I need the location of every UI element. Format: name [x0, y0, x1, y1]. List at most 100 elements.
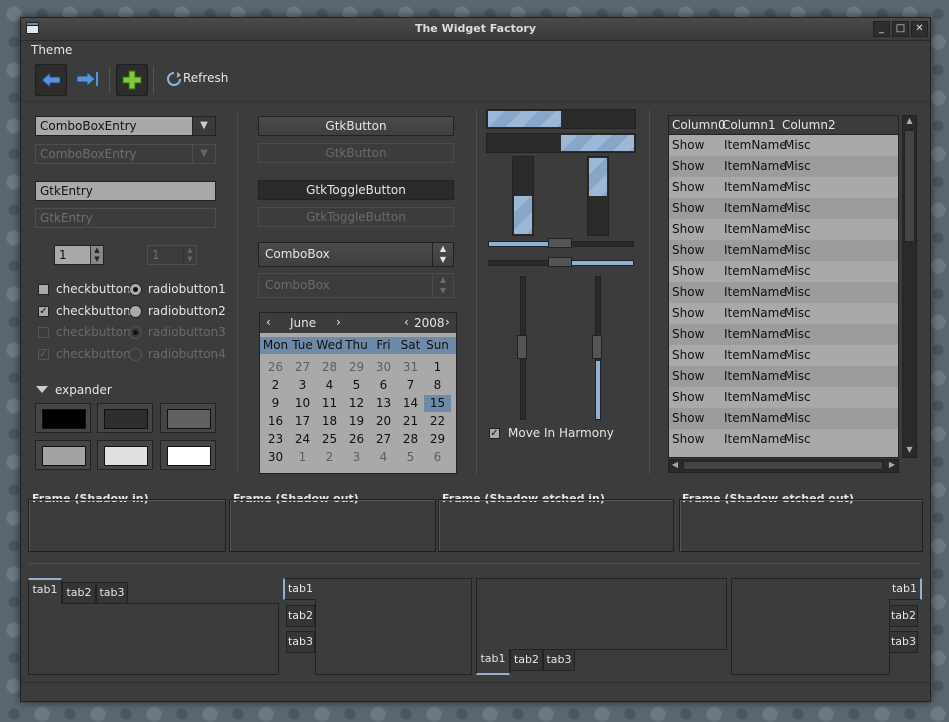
calendar-day[interactable]: 8 — [424, 377, 451, 394]
notebook-left-tab1[interactable]: tab1 — [283, 578, 316, 600]
calendar-day[interactable]: 2 — [262, 377, 289, 394]
tree-row[interactable]: Show ItemName Misc — [669, 156, 898, 177]
notebook-right-tab1[interactable]: tab1 — [889, 578, 922, 600]
tree-horizontal-scrollbar[interactable]: ◀ ▶ — [668, 459, 899, 473]
notebook-left-tab2[interactable]: tab2 — [286, 605, 315, 627]
calendar-day[interactable]: 2 — [316, 449, 343, 466]
tree-row[interactable]: Show ItemName Misc — [669, 135, 898, 156]
tree-row[interactable]: Show ItemName Misc — [669, 366, 898, 387]
color-button-2[interactable] — [97, 403, 153, 433]
calendar-day[interactable]: 1 — [289, 449, 316, 466]
scroll-down-icon[interactable]: ▼ — [903, 445, 916, 457]
chevron-down-icon[interactable]: ▼ — [192, 117, 215, 135]
scale-v2-slider[interactable] — [592, 335, 602, 359]
calendar-day[interactable]: 28 — [397, 431, 424, 448]
expander-label[interactable]: expander — [55, 383, 112, 397]
next-year-icon[interactable]: › — [445, 315, 450, 329]
scale-v1-slider[interactable] — [517, 335, 527, 359]
calendar-day[interactable]: 29 — [343, 359, 370, 376]
calendar-day[interactable]: 19 — [343, 413, 370, 430]
calendar-day[interactable]: 27 — [289, 359, 316, 376]
color-button-1[interactable] — [35, 403, 91, 433]
calendar-day[interactable]: 13 — [370, 395, 397, 412]
calendar-day[interactable]: 26 — [343, 431, 370, 448]
gtk-entry[interactable]: GtkEntry — [35, 181, 216, 201]
spin-button[interactable]: 1 ▲ ▼ — [54, 245, 104, 265]
calendar-day[interactable]: 28 — [316, 359, 343, 376]
prev-year-icon[interactable]: ‹ — [404, 315, 409, 329]
tree-vertical-scrollbar[interactable]: ▲ ▼ — [902, 115, 917, 458]
color-button-4[interactable] — [35, 440, 91, 470]
tree-row[interactable]: Show ItemName Misc — [669, 261, 898, 282]
move-in-harmony-label[interactable]: Move In Harmony — [508, 426, 614, 440]
notebook-left-tab3[interactable]: tab3 — [286, 631, 315, 653]
tree-row[interactable]: Show ItemName Misc — [669, 303, 898, 324]
calendar-day[interactable]: 20 — [370, 413, 397, 430]
calendar-day[interactable]: 21 — [397, 413, 424, 430]
scroll-right-icon[interactable]: ▶ — [886, 460, 898, 469]
calendar-day[interactable]: 23 — [262, 431, 289, 448]
tree-row[interactable]: Show ItemName Misc — [669, 282, 898, 303]
calendar-day[interactable]: 4 — [316, 377, 343, 394]
prev-month-icon[interactable]: ‹ — [266, 315, 271, 329]
tree-row[interactable]: Show ItemName Misc — [669, 198, 898, 219]
calendar-day[interactable]: 15 — [424, 395, 451, 412]
calendar-day[interactable]: 30 — [370, 359, 397, 376]
expander-arrow-icon[interactable] — [36, 385, 48, 395]
column-header-1[interactable]: Column1 — [722, 118, 776, 132]
scale-h1-slider[interactable] — [548, 238, 572, 248]
calendar-day[interactable]: 6 — [370, 377, 397, 394]
tree-row[interactable]: Show ItemName Misc — [669, 387, 898, 408]
refresh-button[interactable]: Refresh — [183, 71, 228, 85]
checkbutton2-label[interactable]: checkbutton2 — [56, 304, 138, 318]
calendar-day[interactable]: 25 — [316, 431, 343, 448]
calendar-day[interactable]: 5 — [397, 449, 424, 466]
combo-box-entry[interactable]: ComboBoxEntry ▼ — [35, 116, 216, 136]
notebook-bottom-tab1[interactable]: tab1 — [476, 649, 510, 675]
column-header-0[interactable]: Column0 — [672, 118, 726, 132]
add-button[interactable] — [116, 64, 148, 96]
minimize-button[interactable]: _ — [873, 21, 890, 37]
color-button-6[interactable] — [160, 440, 216, 470]
calendar-day[interactable]: 12 — [343, 395, 370, 412]
calendar-day[interactable]: 14 — [397, 395, 424, 412]
checkbutton1-box[interactable] — [38, 284, 49, 295]
color-button-3[interactable] — [160, 403, 216, 433]
calendar-day[interactable]: 9 — [262, 395, 289, 412]
spin-arrows[interactable]: ▲ ▼ — [90, 246, 103, 264]
title-bar[interactable]: The Widget Factory _ □ ✕ — [21, 18, 930, 41]
vertical-scroll-thumb[interactable] — [904, 130, 915, 242]
color-button-5[interactable] — [97, 440, 153, 470]
next-month-icon[interactable]: › — [336, 315, 341, 329]
calendar-day[interactable]: 16 — [262, 413, 289, 430]
gtk-toggle-button[interactable]: GtkToggleButton — [258, 180, 454, 200]
tree-row[interactable]: Show ItemName Misc — [669, 324, 898, 345]
notebook-bottom-tab2[interactable]: tab2 — [510, 649, 543, 671]
scroll-up-icon[interactable]: ▲ — [903, 116, 916, 128]
forward-button[interactable] — [71, 64, 101, 94]
calendar-day[interactable]: 27 — [370, 431, 397, 448]
calendar-day[interactable]: 17 — [289, 413, 316, 430]
checkbutton2-box[interactable]: ✓ — [38, 306, 49, 317]
calendar-day[interactable]: 1 — [424, 359, 451, 376]
radiobutton1-label[interactable]: radiobutton1 — [148, 282, 226, 296]
close-button[interactable]: ✕ — [911, 21, 928, 37]
tree-view[interactable]: Column0 Column1 Column2 Show ItemName Misc… — [668, 115, 899, 458]
calendar-day[interactable]: 11 — [316, 395, 343, 412]
checkbutton1-label[interactable]: checkbutton1 — [56, 282, 138, 296]
calendar[interactable]: ‹ June › ‹ 2008 › Mon Tue Wed Thu Fri Sat Sun … — [259, 312, 457, 474]
notebook-top-tab3[interactable]: tab3 — [96, 582, 128, 604]
tree-row[interactable]: Show ItemName Misc — [669, 177, 898, 198]
notebook-top-tab1[interactable]: tab1 — [28, 578, 62, 604]
notebook-bottom-tab3[interactable]: tab3 — [543, 649, 575, 671]
radiobutton1-circle[interactable] — [129, 283, 142, 296]
calendar-day[interactable]: 4 — [370, 449, 397, 466]
calendar-day[interactable]: 10 — [289, 395, 316, 412]
scroll-left-icon[interactable]: ◀ — [669, 460, 681, 469]
move-in-harmony-box[interactable]: ✓ — [489, 428, 500, 439]
menu-theme[interactable]: Theme — [31, 43, 72, 57]
back-button[interactable] — [35, 64, 67, 96]
scale-h2-slider[interactable] — [548, 257, 572, 267]
calendar-day[interactable]: 5 — [343, 377, 370, 394]
notebook-top-tab2[interactable]: tab2 — [62, 582, 96, 604]
